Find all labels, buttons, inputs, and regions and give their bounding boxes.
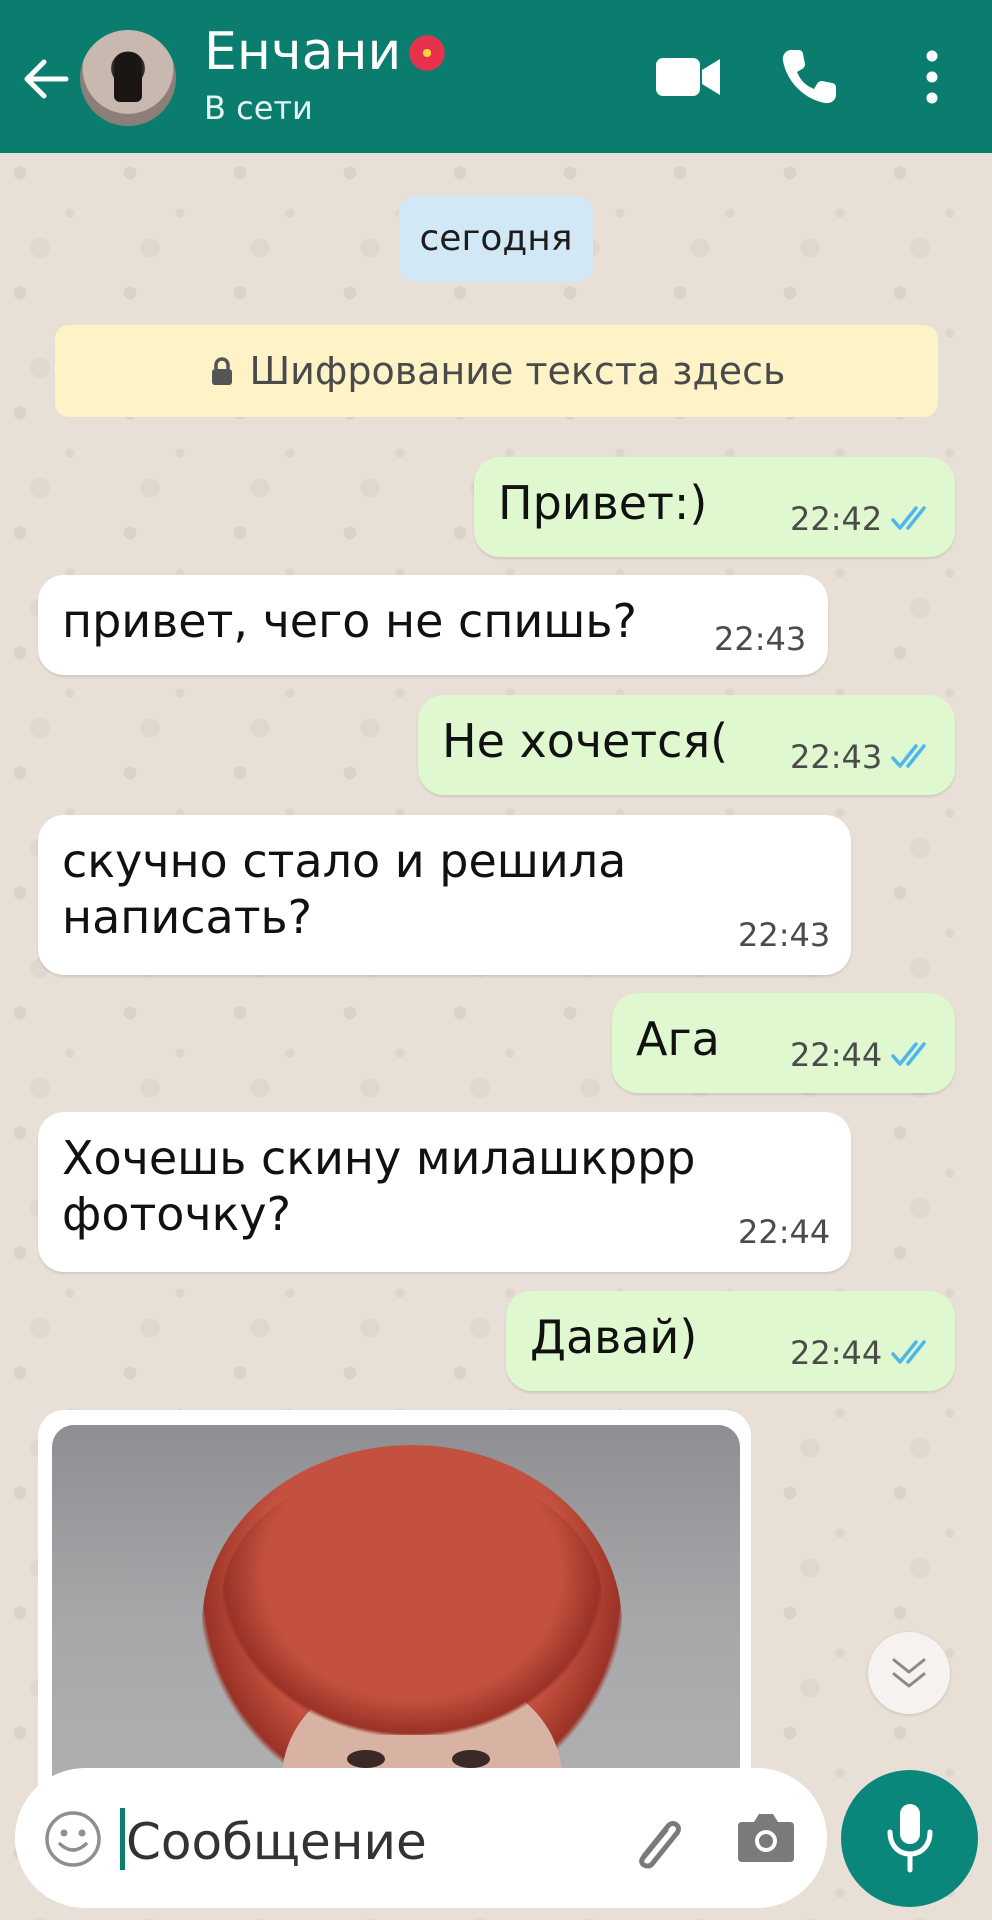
photo-subject-eye — [452, 1750, 490, 1768]
phone-call-icon[interactable] — [778, 46, 840, 108]
more-options-icon[interactable] — [912, 46, 952, 108]
read-receipt-icon — [891, 744, 926, 768]
read-receipt-icon — [891, 1340, 926, 1364]
message-text-line: написать? — [62, 890, 313, 944]
message-text: Давай) — [530, 1310, 698, 1364]
message-text: Ага — [636, 1012, 720, 1066]
scroll-to-bottom-button[interactable] — [868, 1632, 950, 1714]
back-arrow-icon[interactable] — [18, 52, 72, 106]
message-time: 22:42 — [790, 500, 883, 538]
photo-subject-fringe — [222, 1465, 602, 1735]
outgoing-message[interactable]: Ага 22:44 — [612, 993, 955, 1093]
video-call-icon[interactable] — [652, 50, 724, 104]
message-text-line: Хочешь скину милашкррр — [62, 1131, 696, 1185]
contact-status: В сети — [204, 89, 313, 127]
chat-header: Енчани В сети — [0, 0, 992, 153]
message-input[interactable] — [124, 1806, 598, 1878]
outgoing-message[interactable]: Не хочется( 22:43 — [418, 695, 955, 795]
contact-name[interactable]: Енчани — [204, 22, 448, 82]
read-receipt-icon — [891, 1042, 926, 1066]
message-text-line: скучно стало и решила — [62, 834, 627, 888]
message-text: привет, чего не спишь? — [62, 594, 637, 648]
message-time: 22:44 — [738, 1213, 831, 1251]
emoji-icon[interactable] — [44, 1810, 102, 1868]
message-time: 22:43 — [738, 916, 831, 954]
avatar[interactable] — [80, 30, 176, 126]
outgoing-message[interactable]: Давай) 22:44 — [506, 1291, 955, 1391]
lock-icon — [211, 357, 232, 385]
camera-icon[interactable] — [736, 1810, 796, 1864]
message-time: 22:43 — [790, 738, 883, 776]
double-chevron-down-icon — [892, 1658, 926, 1688]
voice-message-button[interactable] — [841, 1770, 978, 1907]
attach-icon[interactable] — [622, 1806, 692, 1876]
outgoing-message[interactable]: Привет:) 22:42 — [474, 457, 955, 557]
photo-subject-eye — [347, 1750, 385, 1768]
message-time: 22:43 — [714, 620, 807, 658]
message-text-line: фоточку? — [62, 1187, 292, 1241]
incoming-message[interactable]: Хочешь скину милашкррр фоточку? 22:44 — [38, 1112, 851, 1272]
date-chip: сегодня — [399, 196, 593, 282]
message-text: Не хочется( — [442, 714, 729, 768]
encryption-notice[interactable]: Шифрование текста здесь — [55, 325, 938, 417]
incoming-message[interactable]: скучно стало и решила написать? 22:43 — [38, 815, 851, 975]
read-receipt-icon — [891, 506, 926, 530]
message-time: 22:44 — [790, 1036, 883, 1074]
message-time: 22:44 — [790, 1334, 883, 1372]
incoming-message[interactable]: привет, чего не спишь? 22:43 — [38, 575, 828, 675]
message-text: Привет:) — [498, 476, 708, 530]
hibiscus-emoji-icon — [407, 33, 448, 73]
microphone-icon — [887, 1804, 933, 1873]
